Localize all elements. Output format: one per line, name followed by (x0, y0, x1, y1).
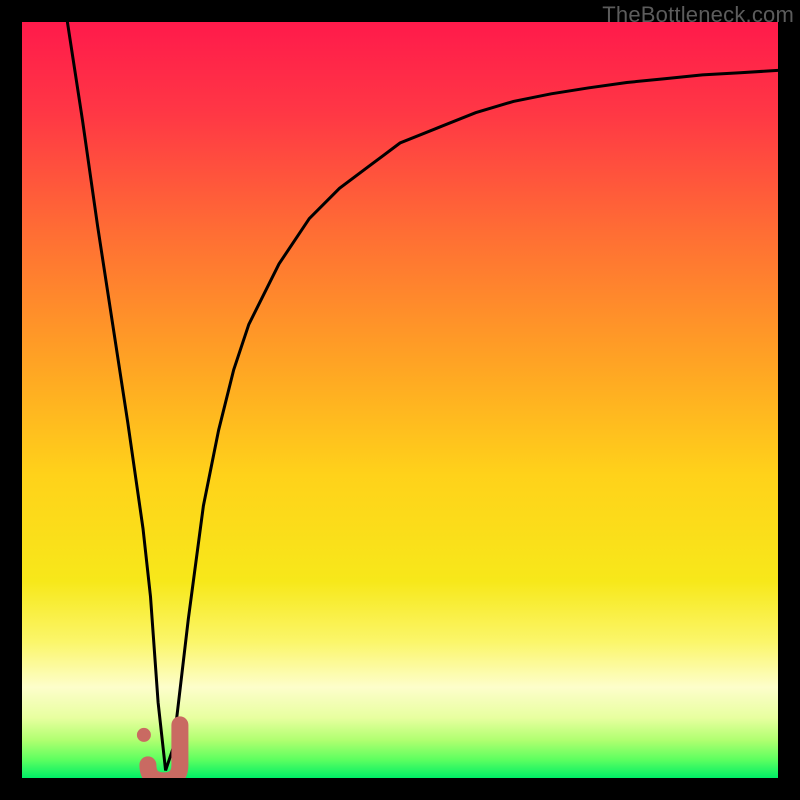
chart-lines-layer (22, 22, 778, 778)
marker-dot (137, 728, 151, 742)
optimal-marker (137, 725, 180, 778)
plot-area (22, 22, 778, 778)
bottleneck-curve (67, 22, 778, 770)
chart-stage: TheBottleneck.com (0, 0, 800, 800)
